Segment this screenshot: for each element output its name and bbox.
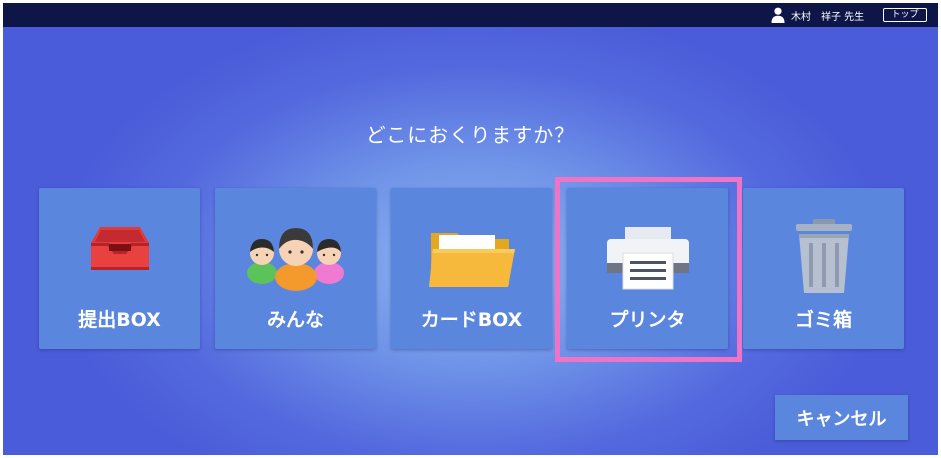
destination-everyone[interactable]: みんな — [215, 188, 376, 349]
user-info: 木村 祥子 先生 — [771, 7, 864, 23]
trash-can-icon — [796, 219, 852, 293]
cancel-button[interactable]: キャンセル — [775, 395, 908, 440]
top-button[interactable]: トップ — [883, 8, 927, 22]
user-icon — [771, 7, 785, 23]
destination-label: 提出BOX — [78, 309, 161, 331]
destination-trash[interactable]: ゴミ箱 — [743, 188, 904, 349]
folder-icon — [429, 233, 515, 287]
selection-highlight — [555, 177, 742, 362]
destination-label: みんな — [266, 309, 324, 331]
destination-label: カードBOX — [420, 309, 523, 331]
top-bar: 木村 祥子 先生 トップ — [3, 3, 938, 27]
people-group-icon — [247, 228, 344, 291]
inbox-tray-icon — [91, 227, 149, 270]
destination-label: ゴミ箱 — [794, 309, 852, 331]
send-destination-screen: 木村 祥子 先生 トップ どこにおくりますか？ 提出BOX みんな カードBOX… — [3, 3, 938, 455]
question-text: どこにおくりますか？ — [365, 123, 576, 147]
destination-submit-box[interactable]: 提出BOX — [39, 188, 200, 349]
user-name: 木村 祥子 先生 — [791, 11, 865, 23]
destination-card-box[interactable]: カードBOX — [391, 188, 552, 349]
